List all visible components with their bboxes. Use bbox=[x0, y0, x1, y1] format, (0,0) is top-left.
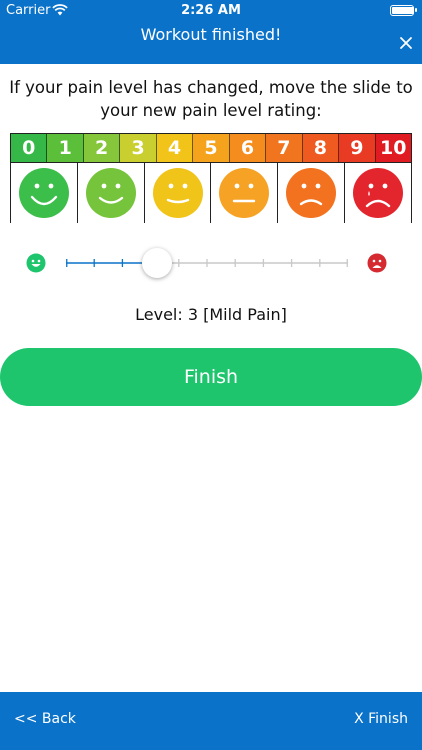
slider-track[interactable] bbox=[66, 256, 348, 270]
slider-thumb[interactable] bbox=[141, 248, 172, 278]
back-button[interactable]: << Back bbox=[14, 711, 76, 727]
bottom-finish-button[interactable]: X Finish bbox=[354, 711, 408, 727]
happy-face-icon bbox=[85, 168, 136, 218]
pain-number-2: 2 bbox=[83, 134, 121, 162]
pain-scale: 0 1 2 3 4 5 6 7 8 9 10 bbox=[10, 133, 412, 223]
pain-face-cell-3 bbox=[145, 163, 212, 223]
pain-face-cell-5 bbox=[278, 163, 346, 223]
page-title: Workout finished! bbox=[140, 25, 282, 44]
pain-number-0: 0 bbox=[11, 134, 48, 162]
nav-bar: Workout finished! bbox=[0, 20, 422, 64]
pain-slider bbox=[0, 248, 422, 278]
very-happy-face-icon bbox=[18, 168, 69, 218]
slider-happy-icon bbox=[26, 253, 46, 273]
slider-sad-icon bbox=[367, 253, 387, 273]
crying-face-icon bbox=[353, 168, 404, 218]
pain-face-cell-4 bbox=[211, 163, 279, 223]
pain-number-row: 0 1 2 3 4 5 6 7 8 9 10 bbox=[10, 133, 412, 163]
pain-number-7: 7 bbox=[266, 134, 303, 162]
pain-number-3: 3 bbox=[120, 134, 157, 162]
pain-level-text: Level: 3 [Mild Pain] bbox=[135, 305, 287, 324]
prompt-line-2: your new pain level rating: bbox=[100, 101, 322, 120]
pain-face-row bbox=[10, 163, 412, 223]
pain-number-4: 4 bbox=[156, 134, 194, 162]
neutral-face-icon bbox=[152, 168, 203, 218]
pain-number-5: 5 bbox=[193, 134, 230, 162]
pain-face-cell-2 bbox=[78, 163, 145, 223]
pain-face-cell-6 bbox=[345, 163, 411, 223]
pain-number-8: 8 bbox=[302, 134, 340, 162]
sad-face-icon bbox=[286, 168, 337, 218]
uneasy-face-icon bbox=[219, 168, 270, 218]
finish-button[interactable]: Finish bbox=[0, 348, 422, 406]
bottom-bar: << Back X Finish bbox=[0, 692, 422, 750]
pain-number-9: 9 bbox=[339, 134, 376, 162]
battery-level bbox=[392, 7, 414, 14]
battery-icon bbox=[390, 5, 417, 16]
close-icon[interactable] bbox=[396, 33, 416, 53]
pain-face-cell-1 bbox=[11, 163, 78, 223]
pain-number-6: 6 bbox=[229, 134, 267, 162]
status-bar: Carrier 2:26 AM bbox=[0, 0, 422, 20]
prompt-line-1: If your pain level has changed, move the… bbox=[9, 78, 413, 97]
pain-number-10: 10 bbox=[375, 134, 411, 162]
status-time: 2:26 AM bbox=[181, 3, 241, 18]
pain-number-1: 1 bbox=[47, 134, 84, 162]
pain-prompt: If your pain level has changed, move the… bbox=[0, 76, 422, 122]
